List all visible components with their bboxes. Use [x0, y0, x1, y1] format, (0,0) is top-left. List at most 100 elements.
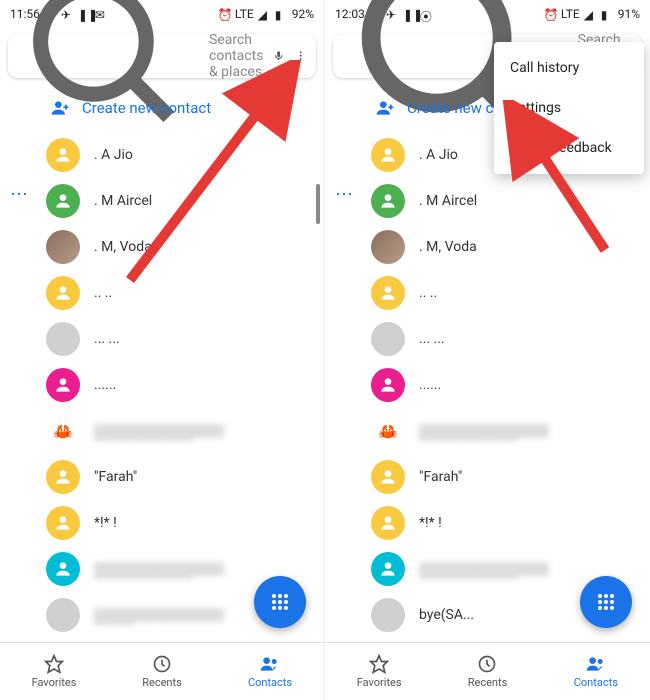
contact-avatar	[46, 552, 80, 586]
contact-row[interactable]: "Farah"	[325, 454, 650, 500]
contact-avatar	[46, 230, 80, 264]
mic-icon[interactable]	[273, 50, 284, 61]
contact-avatar	[46, 322, 80, 356]
bottom-nav: Favorites Recents Contacts	[325, 642, 650, 700]
contact-avatar	[371, 460, 405, 494]
contact-name: bye(SA...	[419, 607, 474, 623]
contact-avatar	[371, 138, 405, 172]
nav-recents[interactable]: Recents	[433, 643, 541, 700]
phone-left: 11:56 ✆ ✈ ❚❚ ✉ ⏰ LTE ◢ ▮ 92% Search cont…	[0, 0, 325, 700]
contact-name: ... ...	[419, 331, 445, 347]
signal-icon: ◢	[584, 8, 597, 21]
contact-name: ██████████	[419, 424, 549, 438]
dialpad-fab[interactable]	[580, 576, 632, 628]
contact-row[interactable]: 🦀 ██████████	[325, 408, 650, 454]
contact-name: ......	[419, 377, 441, 393]
contact-row[interactable]: ... ...	[0, 316, 324, 362]
search-placeholder: Search contacts & places	[209, 32, 263, 80]
contact-avatar	[46, 460, 80, 494]
dialpad-fab[interactable]	[254, 576, 306, 628]
contact-name: "Farah"	[419, 469, 462, 485]
contact-name: "Farah"	[94, 469, 137, 485]
contact-avatar	[46, 368, 80, 402]
nav-favorites[interactable]: Favorites	[325, 643, 433, 700]
contact-avatar	[46, 276, 80, 310]
battery-label: 91%	[618, 7, 640, 21]
contact-name: . A Jio	[419, 147, 458, 163]
menu-call-history[interactable]: Call history	[494, 48, 644, 88]
contact-name: ██████████	[94, 424, 224, 438]
contact-name: . M, Voda	[94, 239, 152, 255]
contact-avatar	[371, 230, 405, 264]
more-icon[interactable]: ⋯	[10, 184, 29, 205]
contact-row[interactable]: .. ..	[0, 270, 324, 316]
contact-row[interactable]: . A Jio	[0, 132, 324, 178]
contact-name: ████ bye(SA...	[94, 608, 224, 622]
overflow-menu: Call history Settings Help & feedback	[494, 42, 644, 174]
clock-icon	[477, 654, 497, 674]
contact-avatar: 🦀	[371, 414, 405, 448]
menu-settings[interactable]: Settings	[494, 88, 644, 128]
contact-avatar	[371, 184, 405, 218]
create-contact-label: Create new contact	[82, 99, 211, 117]
phone-right: 12:03 ✆ ✈ ❚❚ ⦿ ⏰ LTE ◢ ▮ 91% Search cont…	[325, 0, 650, 700]
signal-icon: ◢	[258, 8, 271, 21]
bottom-nav: Favorites Recents Contacts	[0, 642, 324, 700]
add-person-icon	[50, 98, 70, 118]
contact-avatar	[371, 276, 405, 310]
nav-contacts[interactable]: Contacts	[542, 643, 650, 700]
alarm-icon: ⏰	[218, 8, 231, 21]
battery-icon: ▮	[601, 8, 614, 21]
people-icon	[260, 654, 280, 674]
contact-avatar	[371, 368, 405, 402]
contact-name: .. ..	[94, 285, 112, 301]
menu-help[interactable]: Help & feedback	[494, 128, 644, 168]
contact-name: . M Aircel	[94, 193, 152, 209]
contact-name: ██████████	[94, 562, 224, 576]
star-icon	[44, 654, 64, 674]
contact-name: . M, Voda	[419, 239, 477, 255]
contact-avatar	[371, 506, 405, 540]
dialpad-icon	[594, 590, 618, 614]
people-icon	[586, 654, 606, 674]
nav-contacts[interactable]: Contacts	[216, 643, 324, 700]
add-person-icon	[375, 98, 395, 118]
contact-row[interactable]: ......	[0, 362, 324, 408]
contact-avatar	[46, 184, 80, 218]
scroll-indicator	[316, 184, 320, 224]
battery-icon: ▮	[275, 8, 288, 21]
contact-name: ......	[94, 377, 116, 393]
contact-row[interactable]: .. ..	[325, 270, 650, 316]
contact-row[interactable]: . M Aircel	[0, 178, 324, 224]
battery-label: 92%	[292, 7, 314, 21]
network-label: LTE	[235, 7, 254, 21]
contact-name: ██████████	[419, 562, 549, 576]
contact-row[interactable]: *!* !	[0, 500, 324, 546]
contact-row[interactable]: . M, Voda	[325, 224, 650, 270]
overflow-menu-icon[interactable]	[295, 50, 306, 61]
contact-avatar	[46, 138, 80, 172]
contact-row[interactable]: . M, Voda	[0, 224, 324, 270]
contact-name: *!* !	[419, 515, 442, 531]
contact-avatar	[371, 552, 405, 586]
contact-row[interactable]: 🦀 ██████████	[0, 408, 324, 454]
create-contact-button[interactable]: Create new contact	[0, 84, 324, 132]
nav-favorites[interactable]: Favorites	[0, 643, 108, 700]
contact-row[interactable]: ... ...	[325, 316, 650, 362]
more-icon[interactable]: ⋯	[335, 184, 354, 205]
contact-row[interactable]: . M Aircel	[325, 178, 650, 224]
contact-row[interactable]: "Farah"	[0, 454, 324, 500]
dialpad-icon	[268, 590, 292, 614]
contact-avatar	[46, 598, 80, 632]
contact-row[interactable]: *!* !	[325, 500, 650, 546]
clock-icon	[152, 654, 172, 674]
contact-avatar: 🦀	[46, 414, 80, 448]
contact-avatar	[371, 322, 405, 356]
contact-name: .. ..	[419, 285, 437, 301]
search-bar[interactable]: Search contacts & places	[8, 34, 316, 78]
contact-name: . M Aircel	[419, 193, 477, 209]
contact-row[interactable]: ......	[325, 362, 650, 408]
star-icon	[369, 654, 389, 674]
nav-recents[interactable]: Recents	[108, 643, 216, 700]
contact-name: *!* !	[94, 515, 117, 531]
